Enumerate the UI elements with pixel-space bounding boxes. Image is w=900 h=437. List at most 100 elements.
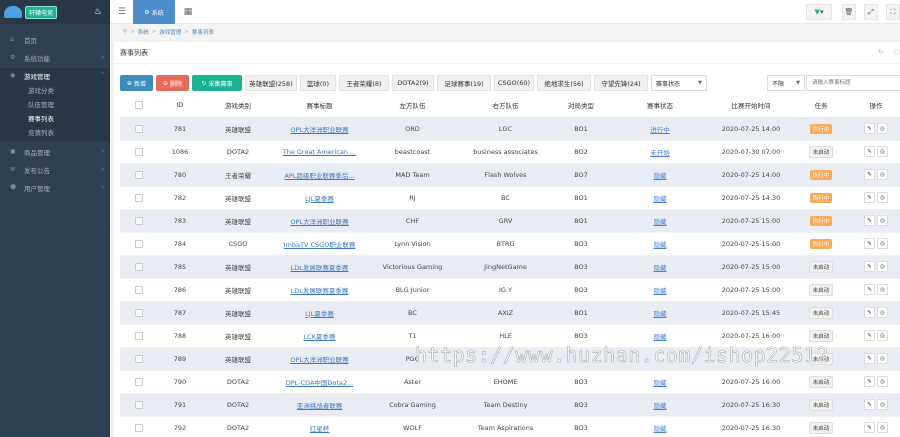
view-icon[interactable]: ◎ [877, 146, 888, 157]
edit-icon[interactable]: ✎ [864, 123, 875, 134]
edit-icon[interactable]: ✎ [864, 376, 875, 387]
breadcrumb-item[interactable]: 赛事列表 [192, 28, 214, 36]
edit-icon[interactable]: ✎ [864, 353, 875, 364]
filter-lol[interactable]: 英雄联盟(258) [245, 75, 297, 91]
edit-icon[interactable]: ✎ [864, 399, 875, 410]
edit-icon[interactable]: ✎ [864, 284, 875, 295]
row-checkbox[interactable] [134, 308, 143, 317]
column-header-task[interactable]: 任务 [792, 94, 850, 118]
view-icon[interactable]: ◎ [877, 307, 888, 318]
sidebar-subitem-team-manage[interactable]: 队伍管理 [0, 97, 110, 111]
view-icon[interactable]: ◎ [877, 353, 888, 364]
column-header-category[interactable]: 游戏类别 [203, 94, 273, 118]
cell-title[interactable]: OPL大洋洲职业联赛 [290, 356, 348, 364]
cell-title[interactable]: 红星杯 [310, 425, 330, 433]
cell-title[interactable]: APL超级职业联赛季后... [284, 172, 354, 180]
cell-status[interactable]: 隐藏 [654, 287, 667, 295]
cell-title[interactable]: ImbaTV CSGO职业联赛 [284, 241, 356, 249]
sidebar-subitem-game-category[interactable]: 游戏分类 [0, 83, 110, 97]
cell-title[interactable]: 亚洲挑战者联赛 [297, 402, 343, 410]
select-all-checkbox[interactable] [120, 94, 157, 118]
cell-status[interactable]: 隐藏 [654, 264, 667, 272]
view-icon[interactable]: ◎ [877, 284, 888, 295]
cell-title[interactable]: DPL-CDA中国Dota2... [286, 379, 354, 387]
cell-status[interactable]: 隐藏 [654, 218, 667, 226]
cell-title[interactable]: OPL大洋洲职业联赛 [290, 218, 348, 226]
cell-title[interactable]: OPL大洋洲职业联赛 [290, 126, 348, 134]
view-icon[interactable]: ◎ [877, 422, 888, 434]
filter-basketball[interactable]: 篮球(0) [300, 75, 336, 91]
sidebar-item-game-manage[interactable]: ◉ 游戏管理 ˅ [0, 68, 110, 83]
cell-status[interactable]: 未开始 [650, 149, 670, 157]
row-checkbox[interactable] [134, 262, 143, 271]
sidebar-subitem-guess-list[interactable]: 竞猜列表 [0, 125, 110, 139]
row-checkbox[interactable] [134, 193, 143, 202]
edit-icon[interactable]: ✎ [864, 330, 875, 341]
row-checkbox[interactable] [134, 331, 143, 340]
row-checkbox[interactable] [134, 377, 143, 386]
table-row[interactable]: 787 英雄联盟 LJL夏季赛 BC AXIZ BO1 隐藏 2020-07-25 15:45… [120, 300, 900, 324]
table-row[interactable]: 782 英雄联盟 LJL夏季赛 RJ BC BO1 隐藏 2020-07-25 14:30 执行… [120, 185, 900, 209]
cell-title[interactable]: The Great American ... [283, 148, 357, 156]
view-icon[interactable]: ◎ [877, 192, 888, 203]
cell-status[interactable]: 隐藏 [654, 379, 667, 387]
row-checkbox[interactable] [134, 239, 143, 248]
edit-icon[interactable]: ✎ [864, 192, 875, 203]
cell-title[interactable]: LDL发展联赛夏季赛 [291, 287, 349, 295]
column-header-left-team[interactable]: 左方队伍 [366, 94, 459, 118]
sidebar-subitem-match-list[interactable]: 赛事列表 [0, 111, 110, 125]
trash-button[interactable]: 🗑 [842, 4, 856, 20]
menu-toggle-icon[interactable]: ☰ [114, 0, 130, 24]
scope-select[interactable]: 不限 ▼ [767, 75, 805, 91]
edit-icon[interactable]: ✎ [864, 238, 875, 249]
table-row[interactable]: 781 英雄联盟 OPL大洋洲职业联赛 ORD LGC BO1 进行中 2020-07-25 … [120, 116, 900, 140]
column-header-start-time[interactable]: 比赛开始时间 [710, 94, 792, 118]
cell-status[interactable]: 隐藏 [654, 195, 667, 203]
column-header-type[interactable]: 对局类型 [552, 94, 610, 118]
edit-icon[interactable]: ✎ [864, 215, 875, 226]
view-icon[interactable]: ◎ [877, 215, 888, 226]
cell-status[interactable]: 隐藏 [654, 241, 667, 249]
view-icon[interactable]: ◎ [877, 330, 888, 341]
edit-icon[interactable]: ✎ [864, 146, 875, 157]
column-header-title[interactable]: 赛事标题 [273, 94, 366, 118]
cart-button[interactable]: ▼ ▾ [806, 4, 832, 20]
filter-football[interactable]: 足球赛事(19) [437, 75, 491, 91]
row-checkbox[interactable] [134, 170, 143, 179]
column-header-id[interactable]: ID [157, 94, 203, 118]
row-checkbox[interactable] [134, 354, 143, 363]
edit-icon[interactable]: ✎ [864, 422, 875, 434]
breadcrumb-item[interactable]: 系统 [138, 28, 149, 36]
fullscreen-button[interactable]: ⛶ [886, 4, 900, 20]
view-icon[interactable]: ◎ [877, 376, 888, 387]
row-checkbox[interactable] [134, 216, 143, 225]
cell-status[interactable]: 隐藏 [654, 402, 667, 410]
filter-pubg[interactable]: 绝地求生(56) [537, 75, 591, 91]
delete-button[interactable]: ⊖ 删除 [156, 75, 189, 91]
cell-title[interactable]: LJL夏季赛 [305, 195, 334, 203]
row-checkbox[interactable] [134, 423, 143, 432]
column-header-status[interactable]: 赛事状态 [610, 94, 710, 118]
table-row[interactable]: 791 DOTA2 亚洲挑战者联赛 Cobra Gaming Team Destiny B… [120, 392, 900, 416]
cell-title[interactable]: LCK夏季赛 [304, 333, 336, 341]
table-row[interactable]: 783 英雄联盟 OPL大洋洲职业联赛 CHF GRV BO1 隐藏 2020-07-25 1… [120, 208, 900, 232]
cell-title[interactable]: LJL夏季赛 [305, 310, 334, 318]
view-icon[interactable]: ◎ [877, 261, 888, 272]
sidebar-item-goods[interactable]: ▣ 商品管理 ‹ [0, 144, 110, 159]
breadcrumb-item[interactable]: 游戏管理 [159, 28, 181, 36]
filter-kog[interactable]: 王者荣耀(8) [339, 75, 389, 91]
row-checkbox[interactable] [134, 285, 143, 294]
add-button[interactable]: ⊕ 新增 [120, 75, 153, 91]
sidebar-item-announce[interactable]: ✉ 发布公告 ‹ [0, 162, 110, 177]
cell-status[interactable]: 隐藏 [654, 333, 667, 341]
grid-icon[interactable]: ▦ [180, 0, 196, 24]
table-row[interactable]: 780 王者荣耀 APL超级职业联赛季后... MAD Team Flash Wolve… [120, 162, 900, 186]
drop-icon[interactable]: ♨ [94, 7, 102, 17]
filter-overwatch[interactable]: 守望先锋(24) [594, 75, 648, 91]
sidebar-item-system[interactable]: ⚙ 系统功能 ‹ [0, 50, 110, 65]
view-icon[interactable]: ◎ [877, 169, 888, 180]
edit-icon[interactable]: ✎ [864, 261, 875, 272]
sidebar-item-home[interactable]: ⌂ 首页 [0, 32, 110, 47]
table-row[interactable]: 792 DOTA2 红星杯 WOLF Team Aspirations BO3 隐藏 2020… [120, 415, 900, 437]
cell-title[interactable]: LDL发展联赛夏季赛 [291, 264, 349, 272]
